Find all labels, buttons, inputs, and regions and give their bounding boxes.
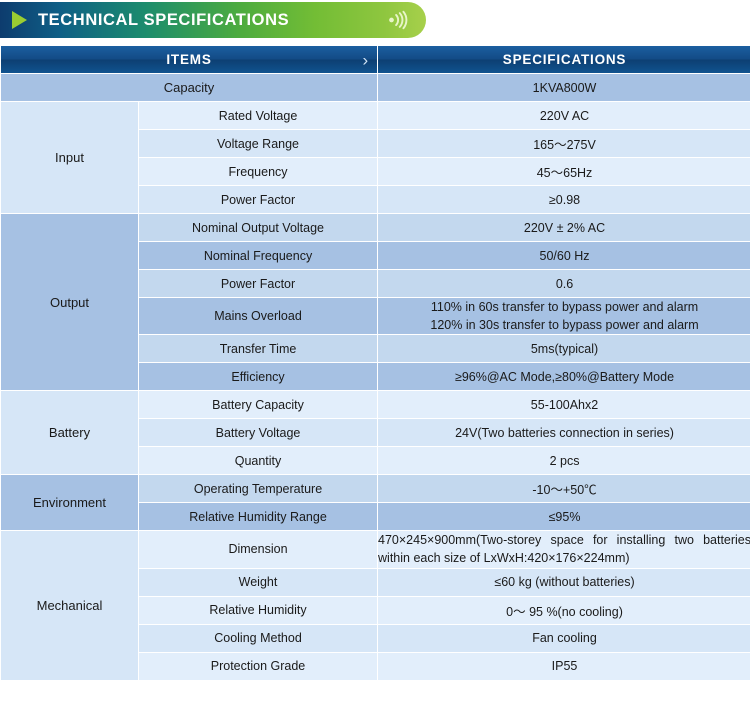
technical-specifications-table: ITEMS › SPECIFICATIONS Capacity 1KVA800W… [0,45,750,681]
row-item: Battery Voltage [139,419,378,447]
row-spec: 24V(Two batteries connection in series) [378,419,750,447]
table-row: Output Nominal Output Voltage 220V ± 2% … [1,214,750,391]
page-banner: TECHNICAL SPECIFICATIONS [0,0,750,45]
row-spec: ≤95% [378,503,750,531]
group-label-environment: Environment [1,475,138,531]
sound-wave-icon [389,10,408,30]
table-header-row: ITEMS › SPECIFICATIONS [1,46,750,73]
row-item: Transfer Time [139,335,378,363]
row-item: Power Factor [139,186,378,213]
row-item: Voltage Range [139,130,378,157]
row-item: Rated Voltage [139,102,378,129]
row-spec-line1: 110% in 60s transfer to bypass power and… [430,300,699,314]
row-item: Protection Grade [139,652,378,680]
row-spec: 2 pcs [378,447,750,475]
row-spec: ≥96%@AC Mode,≥80%@Battery Mode [378,363,750,391]
table-row: Environment Operating Temperature -10～+5… [1,475,750,531]
row-item: Dimension [139,531,378,568]
row-item: Nominal Output Voltage [139,214,378,241]
table-row: Battery Battery Capacity 55-100Ahx2 [1,391,750,475]
row-spec: 55-100Ahx2 [378,391,750,419]
row-spec: 470×245×900mm(Two-storey space for insta… [378,531,750,568]
row-spec: 0～ 95 %(no cooling) [378,596,750,624]
row-item: Quantity [139,447,378,475]
row-spec: 5ms(typical) [378,335,750,363]
row-spec: Fan cooling [378,624,750,652]
row-spec: 0.6 [378,270,750,297]
group-label-output: Output [1,214,138,391]
column-header-items-label: ITEMS [166,52,212,67]
column-header-items: ITEMS › [1,46,378,73]
row-spec: IP55 [378,652,750,680]
row-spec: ≤60 kg (without batteries) [378,568,750,596]
row-item: Nominal Frequency [139,242,378,269]
row-item: Weight [139,568,378,596]
column-header-specifications: SPECIFICATIONS [378,46,750,73]
row-item: Battery Capacity [139,391,378,419]
row-spec: 110% in 60s transfer to bypass power and… [378,298,750,335]
row-spec: 50/60 Hz [378,242,750,269]
row-spec: 220V ± 2% AC [378,214,750,241]
row-item: Relative Humidity Range [139,503,378,531]
row-item: Relative Humidity [139,596,378,624]
row-item: Operating Temperature [139,475,378,503]
row-spec: 220V AC [378,102,750,129]
row-spec: 45～65Hz [378,158,750,185]
chevron-right-icon: › [362,50,370,69]
column-header-specifications-label: SPECIFICATIONS [502,52,627,67]
capacity-value: 1KVA800W [378,74,750,101]
row-item: Frequency [139,158,378,185]
page-title: TECHNICAL SPECIFICATIONS [38,10,290,29]
group-label-mechanical: Mechanical [1,531,138,680]
play-triangle-icon [12,11,27,29]
row-item: Power Factor [139,270,378,297]
table-row: Mechanical Dimension 470×245×900mm(Two-s… [1,531,750,680]
table-row-capacity: Capacity 1KVA800W [1,74,750,101]
banner-bar: TECHNICAL SPECIFICATIONS [0,2,426,38]
capacity-label: Capacity [1,74,378,101]
row-item: Mains Overload [139,298,378,335]
group-label-input: Input [1,102,138,213]
row-spec: 165～275V [378,130,750,157]
row-spec: ≥0.98 [378,186,750,213]
row-spec-line2: 120% in 30s transfer to bypass power and… [430,318,699,333]
group-label-battery: Battery [1,391,138,475]
row-spec: -10～+50℃ [378,475,750,503]
row-item: Efficiency [139,363,378,391]
table-row: Input Rated Voltage 220V AC [1,102,750,213]
row-item: Cooling Method [139,624,378,652]
